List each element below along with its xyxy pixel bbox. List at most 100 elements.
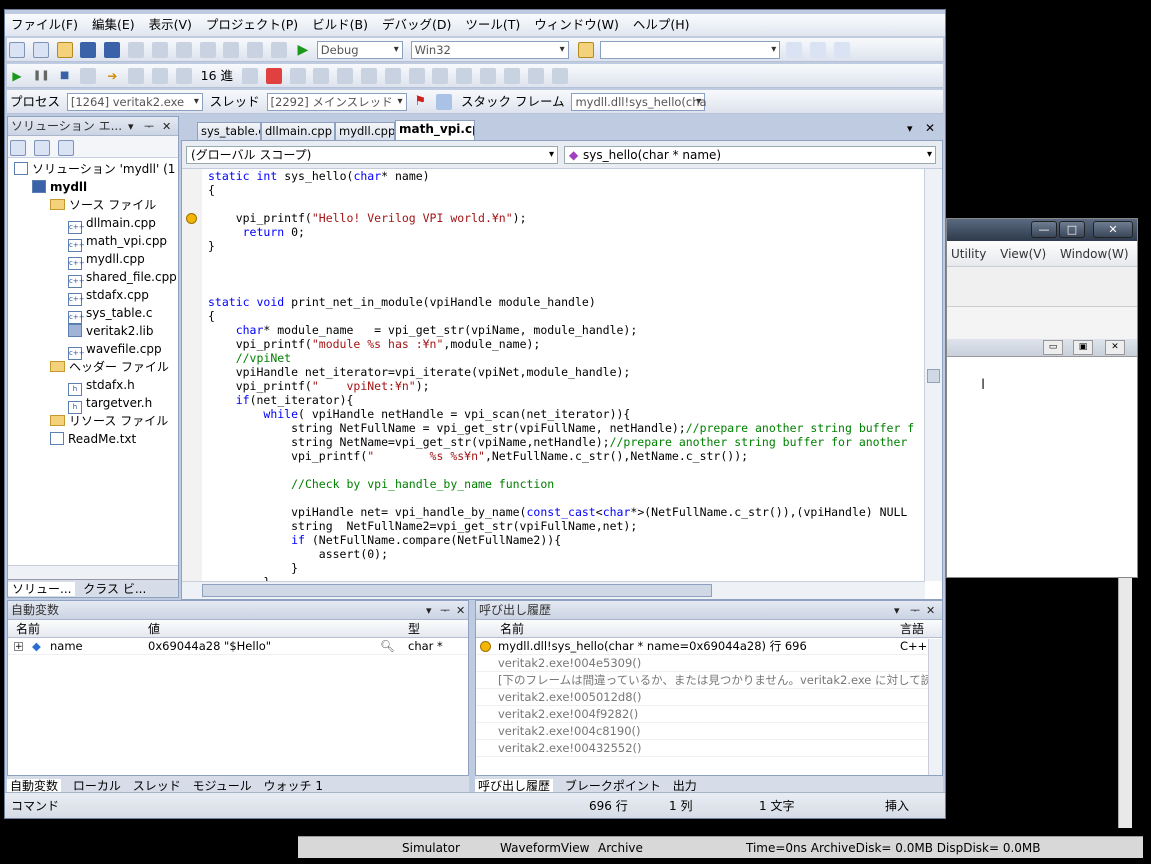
configuration-combo[interactable]: Debug	[316, 41, 403, 59]
pin-icon[interactable]: ᅮ	[440, 601, 450, 619]
find-in-files-icon[interactable]	[578, 42, 595, 58]
show-next-statement-icon[interactable]: ➔	[104, 68, 120, 84]
inner-window-content[interactable]: I	[947, 357, 1137, 577]
code-line[interactable]: {	[208, 309, 215, 323]
code-line[interactable]: string NetFullName2=vpi_get_str(vpiFullN…	[208, 519, 637, 533]
uncomment-icon[interactable]	[456, 68, 473, 84]
show-all-files-icon[interactable]	[33, 140, 50, 156]
tree-item[interactable]: h targetver.h	[8, 394, 178, 414]
tree-item[interactable]: h stdafx.h	[8, 376, 178, 396]
code-line[interactable]: assert(0);	[208, 547, 388, 561]
tab-output[interactable]: 出力	[673, 779, 697, 793]
tab-modules[interactable]: モジュール	[193, 779, 252, 793]
code-line[interactable]: }	[208, 239, 215, 253]
code-line[interactable]: vpi_printf("Hello! Verilog VPI world.¥n"…	[208, 211, 527, 225]
menu-file[interactable]: ファイル(F)	[11, 17, 78, 32]
pin-icon[interactable]: ᅮ	[144, 117, 154, 135]
toolbox-icon[interactable]	[833, 42, 850, 58]
comment-icon[interactable]	[432, 68, 449, 84]
new-project-icon[interactable]	[9, 42, 25, 58]
menu-view[interactable]: View(V)	[1000, 247, 1046, 261]
code-line[interactable]: {	[208, 183, 215, 197]
col-name[interactable]: 名前	[16, 620, 40, 638]
hscroll-thumb[interactable]	[202, 584, 712, 597]
undo-icon[interactable]	[199, 42, 216, 58]
close-pane-icon[interactable]: ✕	[926, 601, 935, 619]
tree-item[interactable]: veritak2.lib	[8, 322, 178, 340]
font-icon[interactable]	[360, 68, 377, 84]
vscroll-thumb[interactable]	[927, 369, 940, 383]
col-value[interactable]: 値	[148, 620, 160, 638]
step-into-icon[interactable]	[128, 68, 145, 84]
tab-math-vpi[interactable]: math_vpi.cpp	[395, 120, 475, 140]
process-combo[interactable]: [1264] veritak2.exe	[66, 93, 203, 111]
prev-bookmark-icon[interactable]	[503, 68, 520, 84]
col-language[interactable]: 言語	[900, 620, 924, 638]
menu-build[interactable]: ビルド(B)	[312, 17, 368, 32]
menu-help[interactable]: ヘルプ(H)	[633, 17, 690, 32]
disassembly-icon[interactable]	[337, 68, 354, 84]
maximize-button[interactable]: □	[1059, 221, 1085, 238]
tree-item[interactable]: c++wavefile.cpp	[8, 340, 178, 360]
tab-breakpoints[interactable]: ブレークポイント	[565, 779, 661, 793]
tab-autos[interactable]: 自動変数	[7, 779, 62, 793]
tree-item[interactable]: ReadMe.txt	[8, 430, 178, 448]
code-line[interactable]: while( vpiHandle netHandle = vpi_scan(ne…	[208, 407, 630, 421]
code-line[interactable]: string NetFullName = vpi_get_str(vpiFull…	[208, 421, 914, 435]
start-debug-icon[interactable]: ▶	[295, 42, 311, 58]
refresh-icon[interactable]	[57, 140, 74, 156]
table-row[interactable]: veritak2.exe!004e5309()	[476, 655, 942, 672]
tree-item[interactable]: mydll	[8, 178, 178, 196]
table-row[interactable]: + ◆ name 0x69044a28 "$Hello" 🔍︎ char *	[8, 638, 468, 655]
tab-dropdown-icon[interactable]: ▾	[907, 122, 913, 135]
pane-menu-icon[interactable]: ▾	[128, 117, 134, 135]
hex-display-toggle[interactable]: 16 進	[201, 64, 233, 87]
close-button[interactable]: ✕	[1093, 221, 1133, 238]
restart-icon[interactable]	[80, 68, 97, 84]
step-over-icon[interactable]	[151, 68, 168, 84]
breakpoints-window-icon[interactable]	[265, 68, 282, 84]
code-line[interactable]: //vpiNet	[208, 351, 291, 365]
tree-item[interactable]: c++mydll.cpp	[8, 250, 178, 270]
table-row[interactable]: veritak2.exe!00432552()	[476, 740, 942, 757]
stop-debugging-icon[interactable]: ■	[57, 68, 73, 84]
hex-icon[interactable]	[241, 68, 258, 84]
tab-call-stack[interactable]: 呼び出し履歴	[475, 779, 554, 793]
tree-item[interactable]: リソース ファイル	[8, 412, 178, 430]
clear-bookmarks-icon[interactable]	[551, 68, 568, 84]
tab-locals[interactable]: ローカル	[73, 779, 121, 793]
code-line[interactable]: if(net_iterator){	[208, 393, 354, 407]
pane-menu-icon[interactable]: ▾	[894, 601, 900, 619]
close-pane-icon[interactable]: ✕	[162, 117, 171, 135]
tree-item[interactable]: c++math_vpi.cpp	[8, 232, 178, 252]
copy-icon[interactable]	[151, 42, 168, 58]
menu-tools[interactable]: ツール(T)	[465, 17, 520, 32]
expand-icon[interactable]: +	[14, 642, 23, 652]
pane-menu-icon[interactable]: ▾	[426, 601, 432, 619]
memory-icon[interactable]	[289, 68, 306, 84]
break-all-icon[interactable]: ❚❚	[33, 68, 50, 84]
function-combo[interactable]: ◆ sys_hello(char * name)	[564, 146, 936, 164]
menu-utility[interactable]: Utility	[951, 247, 986, 261]
variable-value[interactable]: 0x69044a28 "$Hello"	[148, 638, 271, 654]
continue-icon[interactable]: ▶	[9, 68, 25, 84]
save-icon[interactable]	[80, 42, 97, 58]
code-line[interactable]: string NetName=vpi_get_str(vpiName,netHa…	[208, 435, 907, 449]
tree-item[interactable]: c++stdafx.cpp	[8, 286, 178, 306]
table-row[interactable]: mydll.dll!sys_hello(char * name=0x69044a…	[476, 638, 942, 655]
tree-item[interactable]: c++sys_table.c	[8, 304, 178, 324]
magnifier-icon[interactable]: 🔍︎	[380, 638, 395, 654]
paste-icon[interactable]	[175, 42, 192, 58]
next-bookmark-icon[interactable]	[527, 68, 544, 84]
code-line[interactable]: vpi_printf(" %s %s¥n",NetFullName.c_str(…	[208, 449, 748, 463]
table-row[interactable]: veritak2.exe!005012d8()	[476, 689, 942, 706]
properties-icon[interactable]	[809, 42, 826, 58]
col-name[interactable]: 名前	[500, 620, 524, 638]
code-line[interactable]: vpi_printf(" vpiNet:¥n");	[208, 379, 430, 393]
navigate-backward-icon[interactable]	[247, 42, 264, 58]
add-item-icon[interactable]	[32, 42, 49, 58]
properties-icon[interactable]	[10, 140, 26, 156]
code-line[interactable]: vpi_printf("module %s has :¥n",module_na…	[208, 337, 541, 351]
code-line[interactable]: vpiHandle net_iterator=vpi_iterate(vpiNe…	[208, 365, 631, 379]
code-line[interactable]: return 0;	[208, 225, 305, 239]
